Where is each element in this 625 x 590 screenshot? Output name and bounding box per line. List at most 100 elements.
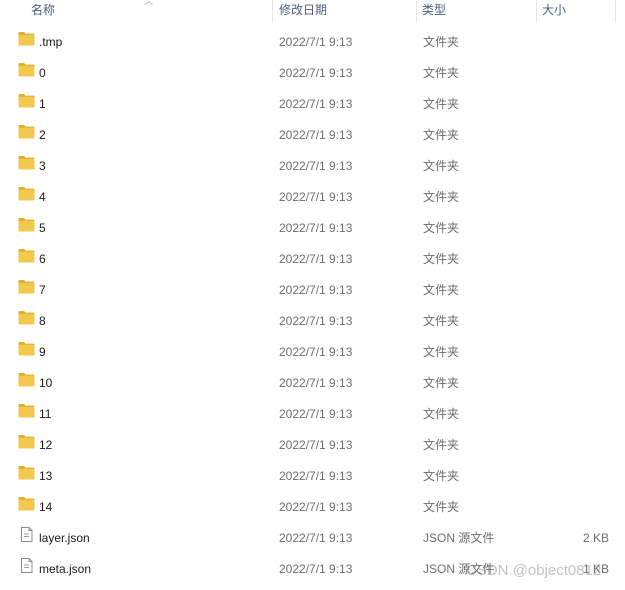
file-row[interactable]: 2 2022/7/1 9:13 文件夹	[0, 120, 625, 151]
file-name: layer.json	[39, 531, 90, 545]
file-name: 2	[39, 128, 46, 142]
file-name: 12	[39, 438, 53, 452]
file-type: 文件夹	[423, 469, 460, 483]
file-icon	[18, 554, 35, 573]
file-name: 13	[39, 469, 53, 483]
watermark: CSDN @object0812	[466, 562, 602, 579]
file-date: 2022/7/1 9:13	[279, 35, 353, 49]
file-type: 文件夹	[423, 190, 460, 204]
file-name: 7	[39, 283, 46, 297]
file-type: 文件夹	[423, 221, 460, 235]
file-type: 文件夹	[423, 97, 460, 111]
column-header-date[interactable]: 修改日期	[279, 0, 327, 22]
column-header-size[interactable]: 大小	[542, 0, 566, 22]
file-date: 2022/7/1 9:13	[279, 97, 353, 111]
folder-icon	[18, 306, 35, 325]
file-row[interactable]: 8 2022/7/1 9:13 文件夹	[0, 306, 625, 337]
file-date: 2022/7/1 9:13	[279, 190, 353, 204]
folder-icon	[18, 120, 35, 139]
column-divider[interactable]	[615, 0, 616, 22]
file-date: 2022/7/1 9:13	[279, 221, 353, 235]
folder-icon	[18, 368, 35, 387]
file-name: 3	[39, 159, 46, 173]
file-name: 9	[39, 345, 46, 359]
file-row[interactable]: 14 2022/7/1 9:13 文件夹	[0, 492, 625, 523]
folder-icon	[18, 461, 35, 480]
folder-icon	[18, 399, 35, 418]
file-type: 文件夹	[423, 35, 460, 49]
file-icon	[18, 523, 35, 542]
file-row[interactable]: 10 2022/7/1 9:13 文件夹	[0, 368, 625, 399]
file-date: 2022/7/1 9:13	[279, 314, 353, 328]
folder-icon	[18, 244, 35, 263]
file-type: 文件夹	[423, 314, 460, 328]
file-type: 文件夹	[423, 345, 460, 359]
file-type: JSON 源文件	[423, 531, 495, 545]
file-size: 2 KB	[582, 531, 609, 545]
column-header-type[interactable]: 类型	[422, 0, 446, 22]
column-divider[interactable]	[272, 0, 273, 22]
file-type: 文件夹	[423, 252, 460, 266]
file-row[interactable]: 11 2022/7/1 9:13 文件夹	[0, 399, 625, 430]
folder-icon	[18, 151, 35, 170]
file-row[interactable]: 0 2022/7/1 9:13 文件夹	[0, 58, 625, 89]
file-row[interactable]: 3 2022/7/1 9:13 文件夹	[0, 151, 625, 182]
file-date: 2022/7/1 9:13	[279, 283, 353, 297]
column-header-name[interactable]: 名称	[31, 0, 55, 22]
file-type: 文件夹	[423, 407, 460, 421]
file-explorer: ︿ 名称 修改日期 类型 大小 .tmp 2022/7/1 9:13 文件夹 0 202…	[0, 0, 625, 590]
file-date: 2022/7/1 9:13	[279, 345, 353, 359]
file-name: 0	[39, 66, 46, 80]
file-row[interactable]: .tmp 2022/7/1 9:13 文件夹	[0, 27, 625, 58]
column-divider[interactable]	[416, 0, 417, 22]
file-list: .tmp 2022/7/1 9:13 文件夹 0 2022/7/1 9:13 文件夹 1 20…	[0, 27, 625, 585]
file-name: 8	[39, 314, 46, 328]
folder-icon	[18, 492, 35, 511]
file-date: 2022/7/1 9:13	[279, 531, 353, 545]
column-header-bar: ︿ 名称 修改日期 类型 大小	[0, 0, 625, 22]
file-row[interactable]: 13 2022/7/1 9:13 文件夹	[0, 461, 625, 492]
folder-icon	[18, 275, 35, 294]
file-name: 10	[39, 376, 53, 390]
file-date: 2022/7/1 9:13	[279, 407, 353, 421]
folder-icon	[18, 182, 35, 201]
folder-icon	[18, 58, 35, 77]
file-row[interactable]: 6 2022/7/1 9:13 文件夹	[0, 244, 625, 275]
file-date: 2022/7/1 9:13	[279, 500, 353, 514]
file-name: 4	[39, 190, 46, 204]
file-date: 2022/7/1 9:13	[279, 376, 353, 390]
file-name: 11	[39, 407, 52, 421]
file-row[interactable]: 9 2022/7/1 9:13 文件夹	[0, 337, 625, 368]
folder-icon	[18, 430, 35, 449]
file-row[interactable]: 4 2022/7/1 9:13 文件夹	[0, 182, 625, 213]
file-row[interactable]: 5 2022/7/1 9:13 文件夹	[0, 213, 625, 244]
folder-icon	[18, 89, 35, 108]
file-name: 5	[39, 221, 46, 235]
file-row[interactable]: 1 2022/7/1 9:13 文件夹	[0, 89, 625, 120]
file-row[interactable]: layer.json 2022/7/1 9:13 JSON 源文件 2 KB	[0, 523, 625, 554]
file-name: meta.json	[39, 562, 92, 576]
file-name: .tmp	[39, 35, 63, 49]
folder-icon	[18, 27, 35, 46]
file-name: 1	[39, 97, 46, 111]
file-type: 文件夹	[423, 159, 460, 173]
file-date: 2022/7/1 9:13	[279, 128, 353, 142]
file-name: 14	[39, 500, 53, 514]
file-date: 2022/7/1 9:13	[279, 252, 353, 266]
file-type: 文件夹	[423, 500, 460, 514]
file-date: 2022/7/1 9:13	[279, 562, 353, 576]
sort-up-icon: ︿	[144, 0, 154, 6]
file-date: 2022/7/1 9:13	[279, 438, 353, 452]
file-name: 6	[39, 252, 46, 266]
folder-icon	[18, 213, 35, 232]
file-date: 2022/7/1 9:13	[279, 469, 353, 483]
column-divider[interactable]	[536, 0, 537, 22]
file-type: 文件夹	[423, 128, 460, 142]
file-type: 文件夹	[423, 438, 460, 452]
file-type: 文件夹	[423, 376, 460, 390]
file-type: 文件夹	[423, 66, 460, 80]
file-row[interactable]: 7 2022/7/1 9:13 文件夹	[0, 275, 625, 306]
file-row[interactable]: 12 2022/7/1 9:13 文件夹	[0, 430, 625, 461]
file-date: 2022/7/1 9:13	[279, 66, 353, 80]
file-type: 文件夹	[423, 283, 460, 297]
